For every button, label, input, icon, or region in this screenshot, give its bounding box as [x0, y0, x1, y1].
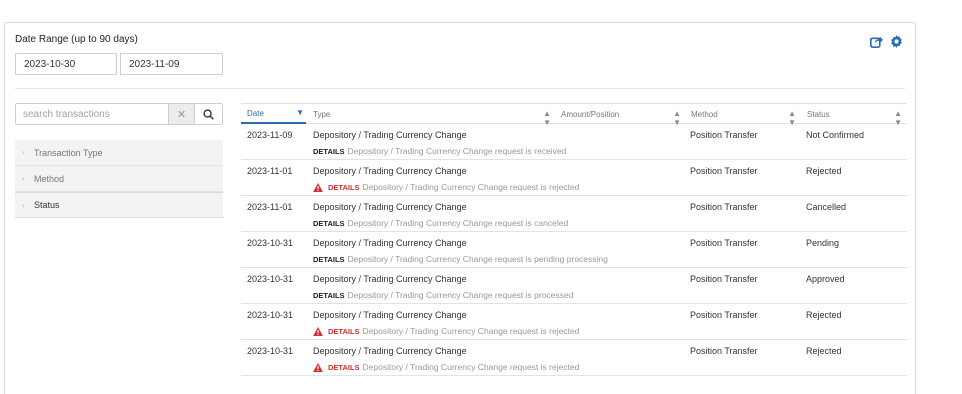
row-type: Depository / Trading Currency Change [313, 274, 467, 284]
table-row[interactable]: 2023-11-09 Depository / Trading Currency … [241, 124, 907, 160]
chevron-right-icon: › [22, 174, 25, 183]
column-label: Amount/Position [561, 109, 620, 119]
row-status: Rejected [806, 346, 842, 356]
warning-icon [313, 362, 323, 372]
row-date: 2023-10-31 [247, 274, 294, 284]
filter-label: Status [34, 200, 60, 210]
clear-search-button[interactable]: ✕ [169, 103, 195, 125]
date-from-field[interactable]: 2023-10-30 [15, 53, 117, 75]
column-label: Type [313, 109, 331, 119]
transactions-panel: Date Range (up to 90 days) 2023-10-30 20… [4, 22, 916, 394]
row-method: Position Transfer [690, 310, 758, 320]
details-text: Depository / Trading Currency Change req… [362, 182, 580, 192]
details-keyword: DETAILS [313, 290, 345, 300]
row-date: 2023-10-31 [247, 310, 294, 320]
details-keyword: DETAILS [313, 218, 345, 228]
gear-icon[interactable] [890, 35, 903, 48]
column-label: Method [691, 109, 718, 119]
details-text: Depository / Trading Currency Change req… [347, 146, 567, 156]
row-details: DETAILS Depository / Trading Currency Cha… [313, 182, 579, 192]
row-method: Position Transfer [690, 166, 758, 176]
row-type: Depository / Trading Currency Change [313, 238, 467, 248]
search-input[interactable] [15, 103, 169, 125]
row-date: 2023-10-31 [247, 346, 294, 356]
row-type: Depository / Trading Currency Change [313, 310, 467, 320]
row-status: Rejected [806, 310, 842, 320]
details-text: Depository / Trading Currency Change req… [362, 326, 580, 336]
row-type: Depository / Trading Currency Change [313, 346, 467, 356]
details-text: Depository / Trading Currency Change req… [347, 254, 608, 264]
details-text: Depository / Trading Currency Change req… [362, 362, 580, 372]
filter-transaction-type[interactable]: › Transaction Type [15, 140, 223, 166]
row-date: 2023-11-01 [247, 166, 293, 176]
column-header-method[interactable]: Method ▲ ▼ [691, 104, 796, 127]
transactions-table: Date ▼ Type ▲ ▼ Amount/Position ▲ ▼ Method… [241, 103, 907, 376]
row-details: DETAILS Depository / Trading Currency Cha… [313, 290, 573, 300]
table-row[interactable]: 2023-10-31 Depository / Trading Currency … [241, 232, 907, 268]
row-method: Position Transfer [690, 202, 758, 212]
date-to-field[interactable]: 2023-11-09 [120, 53, 223, 75]
filter-list: › Transaction Type › Method › Status [15, 140, 223, 218]
column-header-date[interactable]: Date ▼ [241, 104, 306, 124]
divider [15, 88, 905, 89]
warning-icon [313, 182, 323, 192]
row-details: DETAILS Depository / Trading Currency Cha… [313, 146, 566, 156]
row-status: Approved [806, 274, 845, 284]
details-keyword: DETAILS [328, 326, 360, 336]
column-label: Date [247, 108, 264, 118]
warning-icon [313, 326, 323, 336]
row-method: Position Transfer [690, 274, 758, 284]
table-row[interactable]: 2023-10-31 Depository / Trading Currency … [241, 304, 907, 340]
search-button[interactable] [195, 103, 223, 125]
table-body: 2023-11-09 Depository / Trading Currency … [241, 124, 907, 376]
table-row[interactable]: 2023-10-31 Depository / Trading Currency … [241, 268, 907, 304]
details-keyword: DETAILS [313, 146, 345, 156]
chevron-right-icon: › [22, 200, 25, 210]
row-date: 2023-11-01 [247, 202, 293, 212]
toolbar-icons [870, 35, 903, 48]
table-row[interactable]: 2023-10-31 Depository / Trading Currency … [241, 340, 907, 376]
filter-method[interactable]: › Method [15, 166, 223, 192]
row-details: DETAILS Depository / Trading Currency Cha… [313, 362, 579, 372]
column-label: Status [807, 109, 830, 119]
share-icon[interactable] [870, 35, 883, 48]
row-date: 2023-11-09 [247, 130, 293, 140]
row-method: Position Transfer [690, 346, 758, 356]
chevron-right-icon: › [22, 148, 25, 157]
table-header: Date ▼ Type ▲ ▼ Amount/Position ▲ ▼ Method… [241, 103, 907, 127]
row-type: Depository / Trading Currency Change [313, 166, 467, 176]
column-header-status[interactable]: Status ▲ ▼ [807, 104, 902, 127]
row-status: Cancelled [806, 202, 847, 212]
row-status: Rejected [806, 166, 842, 176]
column-header-amount[interactable]: Amount/Position ▲ ▼ [561, 104, 681, 127]
details-keyword: DETAILS [328, 362, 360, 372]
sort-desc-icon: ▼ [296, 108, 304, 117]
row-status: Pending [806, 238, 840, 248]
search-bar: ✕ [15, 103, 223, 125]
filter-label: Transaction Type [34, 147, 103, 158]
row-details: DETAILS Depository / Trading Currency Cha… [313, 254, 608, 264]
details-keyword: DETAILS [313, 254, 345, 264]
search-icon [203, 108, 214, 120]
row-details: DETAILS Depository / Trading Currency Cha… [313, 326, 579, 336]
filter-status[interactable]: › Status [15, 192, 223, 218]
details-text: Depository / Trading Currency Change req… [347, 218, 569, 228]
details-keyword: DETAILS [328, 182, 360, 192]
table-row[interactable]: 2023-11-01 Depository / Trading Currency … [241, 196, 907, 232]
details-text: Depository / Trading Currency Change req… [347, 290, 574, 300]
row-details: DETAILS Depository / Trading Currency Cha… [313, 218, 568, 228]
row-method: Position Transfer [690, 238, 758, 248]
row-type: Depository / Trading Currency Change [313, 130, 467, 140]
row-type: Depository / Trading Currency Change [313, 202, 467, 212]
row-date: 2023-10-31 [247, 238, 294, 248]
row-status: Not Confirmed [806, 130, 865, 140]
table-row[interactable]: 2023-11-01 Depository / Trading Currency … [241, 160, 907, 196]
filter-label: Method [34, 173, 65, 184]
row-method: Position Transfer [690, 130, 758, 140]
column-header-type[interactable]: Type ▲ ▼ [313, 104, 551, 127]
date-range-label: Date Range (up to 90 days) [15, 34, 138, 45]
